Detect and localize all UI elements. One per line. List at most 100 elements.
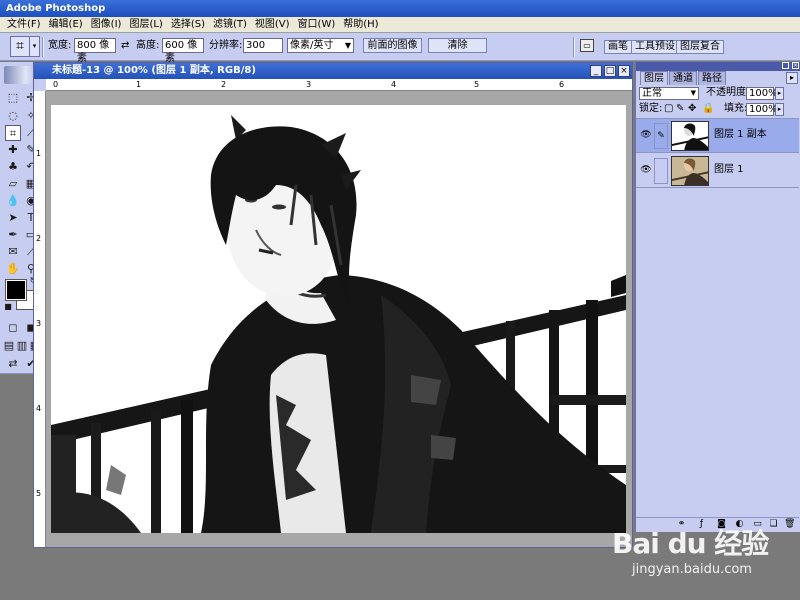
eye-icon[interactable]: 👁 bbox=[640, 129, 652, 141]
width-label: 宽度: bbox=[48, 40, 72, 51]
vertical-ruler: 1 2 3 4 5 bbox=[34, 91, 46, 547]
lock-all-icon[interactable]: 🔒 bbox=[702, 102, 714, 116]
palette-minimize-icon[interactable]: _ bbox=[782, 62, 789, 69]
document-title: 未标题-13 @ 100% (图层 1 副本, RGB/8) bbox=[52, 65, 256, 76]
tab-paths[interactable]: 路径 bbox=[698, 71, 726, 85]
resolution-input[interactable]: 300 bbox=[243, 38, 283, 53]
app-title-bar: Adobe Photoshop bbox=[0, 0, 800, 17]
crop-tool-active-icon[interactable]: ⌗ bbox=[5, 125, 21, 141]
well-tab-tool-presets[interactable]: 工具预设 bbox=[631, 40, 679, 54]
maximize-button[interactable]: □ bbox=[604, 65, 616, 77]
lock-position-icon[interactable]: ✥ bbox=[688, 102, 696, 116]
opacity-input[interactable]: 100% bbox=[746, 87, 778, 100]
clear-button[interactable]: 清除 bbox=[428, 38, 487, 53]
menu-bar: 文件(F) 编辑(E) 图像(I) 图层(L) 选择(S) 滤镜(T) 视图(V… bbox=[0, 17, 800, 33]
layer-thumbnail bbox=[671, 121, 709, 151]
fill-arrow-icon[interactable]: ▸ bbox=[775, 103, 784, 116]
lasso-tool-icon[interactable]: ◌ bbox=[5, 108, 21, 124]
layer-row-copy[interactable]: 👁 ✎ 图层 1 副本 bbox=[636, 119, 799, 153]
width-input[interactable]: 800 像素 bbox=[74, 38, 116, 64]
layer-thumbnail bbox=[671, 156, 709, 186]
layer-thumbnail-bw-image bbox=[672, 122, 708, 150]
tab-channels[interactable]: 通道 bbox=[669, 71, 697, 85]
resolution-label: 分辨率: bbox=[209, 40, 243, 51]
layer-name[interactable]: 图层 1 bbox=[714, 164, 744, 176]
palette-close-icon[interactable]: × bbox=[792, 62, 799, 69]
ruler-h-0: 0 bbox=[53, 80, 59, 89]
blend-mode-select[interactable]: 正常 ▼ bbox=[639, 87, 699, 100]
eraser-tool-icon[interactable]: ▱ bbox=[5, 176, 21, 192]
foreground-color-swatch[interactable] bbox=[5, 279, 27, 301]
ruler-h-3: 3 bbox=[306, 80, 312, 89]
screen-mode-full-menu-icon[interactable]: ▥ bbox=[16, 338, 28, 354]
path-select-icon[interactable]: ➤ bbox=[5, 210, 21, 226]
ruler-v-3: 3 bbox=[36, 319, 42, 328]
menu-window[interactable]: 窗口(W) bbox=[294, 17, 340, 33]
tool-preset-dropdown[interactable]: ▾ bbox=[30, 36, 40, 57]
minimize-button[interactable]: _ bbox=[590, 65, 602, 77]
well-tab-layer-comps[interactable]: 图层复合 bbox=[676, 40, 724, 54]
ruler-v-1: 1 bbox=[36, 149, 42, 158]
lock-transparent-icon[interactable]: ▢ bbox=[664, 102, 673, 116]
ruler-v-5: 5 bbox=[36, 489, 42, 498]
hand-tool-icon[interactable]: ✋ bbox=[5, 261, 21, 277]
pen-tool-icon[interactable]: ✒ bbox=[5, 227, 21, 243]
standard-mode-icon[interactable]: ◻ bbox=[5, 320, 21, 336]
fill-label: 填充: bbox=[724, 103, 748, 114]
opacity-arrow-icon[interactable]: ▸ bbox=[775, 87, 784, 100]
height-label: 高度: bbox=[136, 40, 160, 51]
high-contrast-portrait-image bbox=[51, 105, 626, 533]
menu-edit[interactable]: 编辑(E) bbox=[45, 17, 87, 33]
menu-file[interactable]: 文件(F) bbox=[3, 17, 45, 33]
lock-pixels-icon[interactable]: ✎ bbox=[676, 102, 684, 116]
blur-tool-icon[interactable]: 💧 bbox=[5, 193, 21, 209]
document-window: 未标题-13 @ 100% (图层 1 副本, RGB/8) _ □ × 0 1… bbox=[33, 62, 633, 548]
document-title-bar[interactable]: 未标题-13 @ 100% (图层 1 副本, RGB/8) _ □ × bbox=[34, 63, 632, 79]
eye-icon[interactable]: 👁 bbox=[640, 164, 652, 176]
layers-list: 👁 ✎ 图层 1 副本 👁 图层 1 bbox=[636, 118, 799, 518]
marquee-tool-icon[interactable]: ⬚ bbox=[5, 90, 21, 106]
palette-menu-icon[interactable]: ▸ bbox=[786, 72, 798, 84]
clone-stamp-icon[interactable]: ♣ bbox=[5, 159, 21, 175]
ruler-v-4: 4 bbox=[36, 404, 42, 413]
menu-layer[interactable]: 图层(L) bbox=[125, 17, 166, 33]
layers-palette: _ × 图层 通道 路径 ▸ 正常 ▼ 不透明度: 100% ▸ 锁定: ▢ ✎… bbox=[635, 62, 800, 532]
menu-select[interactable]: 选择(S) bbox=[167, 17, 209, 33]
units-select[interactable]: 像素/英寸 ▼ bbox=[287, 38, 354, 53]
palette-title-bar[interactable]: _ × bbox=[636, 62, 800, 71]
brush-link-empty[interactable] bbox=[654, 158, 668, 184]
well-tab-brushes[interactable]: 画笔 bbox=[604, 40, 632, 54]
menu-image[interactable]: 图像(I) bbox=[87, 17, 126, 33]
tab-layers[interactable]: 图层 bbox=[640, 71, 668, 85]
separator bbox=[42, 37, 44, 57]
watermark-logo: Bai du 经验 bbox=[612, 527, 769, 560]
layer-name[interactable]: 图层 1 副本 bbox=[714, 129, 767, 141]
ruler-v-2: 2 bbox=[36, 234, 42, 243]
menu-help[interactable]: 帮助(H) bbox=[339, 17, 382, 33]
crop-tool-icon[interactable]: ⌗ bbox=[10, 36, 30, 57]
ruler-h-5: 5 bbox=[474, 80, 480, 89]
layer-thumbnail-color-image bbox=[672, 157, 708, 185]
brush-link-icon[interactable]: ✎ bbox=[654, 123, 668, 149]
blend-mode-value: 正常 bbox=[642, 88, 662, 99]
units-value: 像素/英寸 bbox=[290, 40, 334, 51]
canvas-image[interactable] bbox=[51, 105, 626, 533]
menu-view[interactable]: 视图(V) bbox=[251, 17, 294, 33]
file-browser-icon[interactable]: ▭ bbox=[580, 39, 594, 52]
imageready-jump-icon[interactable]: ⇄ bbox=[5, 356, 21, 372]
close-button[interactable]: × bbox=[618, 65, 630, 77]
fill-input[interactable]: 100% bbox=[746, 103, 778, 116]
ruler-h-1: 1 bbox=[136, 80, 142, 89]
layer-row-original[interactable]: 👁 图层 1 bbox=[636, 154, 799, 188]
notes-tool-icon[interactable]: ✉ bbox=[5, 244, 21, 260]
menu-filter[interactable]: 滤镜(T) bbox=[209, 17, 251, 33]
front-image-button[interactable]: 前面的图像 bbox=[363, 38, 422, 53]
default-colors-icon[interactable]: ■ bbox=[3, 302, 13, 312]
ruler-h-4: 4 bbox=[391, 80, 397, 89]
healing-brush-icon[interactable]: ✚ bbox=[5, 142, 21, 158]
chevron-down-icon: ▼ bbox=[690, 89, 696, 97]
swap-icon[interactable]: ⇄ bbox=[121, 39, 129, 53]
ruler-h-2: 2 bbox=[221, 80, 227, 89]
height-input[interactable]: 600 像素 bbox=[162, 38, 204, 64]
screen-mode-standard-icon[interactable]: ▤ bbox=[3, 338, 15, 354]
